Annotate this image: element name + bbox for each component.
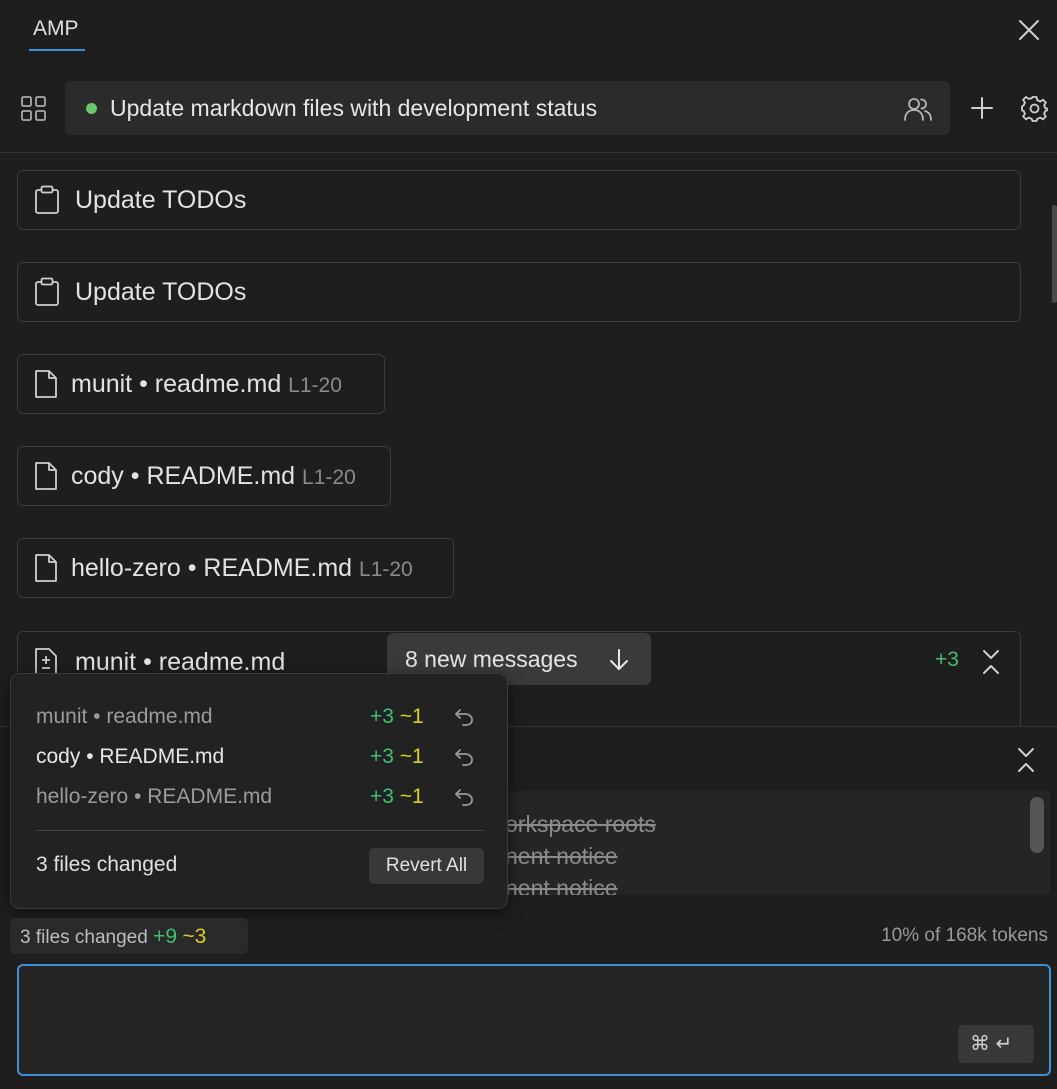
file-label: hello-zero • README.md <box>71 554 352 582</box>
token-usage: 10% of 168k tokens <box>881 925 1048 947</box>
changed-file-stats: +3 ~1 <box>370 785 424 809</box>
card-label-row: hello-zero • README.md L1-20 <box>71 554 413 583</box>
line-range: L1-20 <box>359 558 413 581</box>
file-icon <box>34 369 58 399</box>
changed-file-name: hello-zero • README.md <box>36 785 272 809</box>
people-icon[interactable] <box>904 96 932 122</box>
total-added: +9 <box>153 925 177 948</box>
tab-bar: AMP <box>0 0 1057 60</box>
collapse-icon[interactable] <box>1015 746 1037 774</box>
files-changed-text: 3 files changed +9 ~3 <box>20 925 206 949</box>
changed-file-row[interactable]: munit • readme.md +3 ~1 <box>36 703 486 733</box>
file-read-card[interactable]: hello-zero • README.md L1-20 <box>17 538 454 598</box>
file-label: cody • README.md <box>71 462 295 490</box>
thread-scrollbar[interactable] <box>1052 205 1057 303</box>
header-divider <box>0 152 1057 153</box>
changed-file-name: munit • readme.md <box>36 705 213 729</box>
files-changed-summary: 3 files changed <box>36 853 177 877</box>
line-range: L1-20 <box>288 374 342 397</box>
card-label: Update TODOs <box>75 186 246 215</box>
added-count: +3 <box>370 785 394 808</box>
tab-amp[interactable]: AMP <box>33 17 79 41</box>
file-icon <box>34 461 58 491</box>
plus-icon[interactable] <box>970 96 994 120</box>
tool-card-update-todos[interactable]: Update TODOs <box>17 170 1021 230</box>
message-input[interactable]: ⌘ ↵ <box>17 964 1051 1076</box>
card-label-row: cody • README.md L1-20 <box>71 462 356 491</box>
todo-list: orkspace roots nent notice nent notice <box>505 791 1050 895</box>
revert-icon[interactable] <box>454 787 474 807</box>
card-label: Update TODOs <box>75 278 246 307</box>
tool-card-update-todos[interactable]: Update TODOs <box>17 262 1021 322</box>
file-label: munit • readme.md <box>71 370 281 398</box>
revert-icon[interactable] <box>454 707 474 727</box>
changed-file-stats: +3 ~1 <box>370 705 424 729</box>
thread-title-bar[interactable]: Update markdown files with development s… <box>65 81 950 135</box>
edit-added-count: +3 <box>935 648 959 672</box>
clipboard-icon <box>34 185 60 215</box>
changed-file-stats: +3 ~1 <box>370 745 424 769</box>
collapse-icon[interactable] <box>980 648 1002 676</box>
gear-icon[interactable] <box>1021 95 1048 122</box>
modified-count: ~1 <box>400 705 424 728</box>
file-icon <box>34 553 58 583</box>
grid-icon[interactable] <box>21 96 46 121</box>
close-icon[interactable] <box>1017 18 1041 42</box>
files-changed-label: 3 files changed <box>20 927 148 948</box>
todo-item-done: orkspace roots <box>505 811 656 838</box>
file-read-card[interactable]: cody • README.md L1-20 <box>17 446 391 506</box>
revert-all-button[interactable]: Revert All <box>369 848 484 884</box>
modified-count: ~1 <box>400 785 424 808</box>
modified-count: ~1 <box>400 745 424 768</box>
arrow-down-icon <box>609 648 629 672</box>
revert-icon[interactable] <box>454 747 474 767</box>
submit-shortcut: ⌘ ↵ <box>970 1031 1012 1056</box>
files-changed-badge[interactable]: 3 files changed +9 ~3 <box>10 918 248 954</box>
new-messages-label: 8 new messages <box>405 646 578 673</box>
changed-file-row[interactable]: hello-zero • README.md +3 ~1 <box>36 783 486 813</box>
status-dot <box>86 103 97 114</box>
active-tab-indicator <box>29 49 85 51</box>
total-modified: ~3 <box>182 925 206 948</box>
thread-title: Update markdown files with development s… <box>110 95 597 122</box>
changed-files-popover: munit • readme.md +3 ~1 cody • README.md… <box>10 673 508 909</box>
added-count: +3 <box>370 705 394 728</box>
card-label-row: munit • readme.md L1-20 <box>71 370 342 399</box>
todo-item-done: nent notice <box>505 843 618 870</box>
added-count: +3 <box>370 745 394 768</box>
clipboard-icon <box>34 277 60 307</box>
popover-divider <box>36 830 484 831</box>
file-read-card[interactable]: munit • readme.md L1-20 <box>17 354 385 414</box>
line-range: L1-20 <box>302 466 356 489</box>
todo-item-done: nent notice <box>505 875 618 895</box>
changed-file-name: cody • README.md <box>36 745 224 769</box>
todo-scrollbar[interactable] <box>1030 797 1044 853</box>
submit-button[interactable]: ⌘ ↵ <box>958 1025 1034 1063</box>
changed-file-row[interactable]: cody • README.md +3 ~1 <box>36 743 486 773</box>
